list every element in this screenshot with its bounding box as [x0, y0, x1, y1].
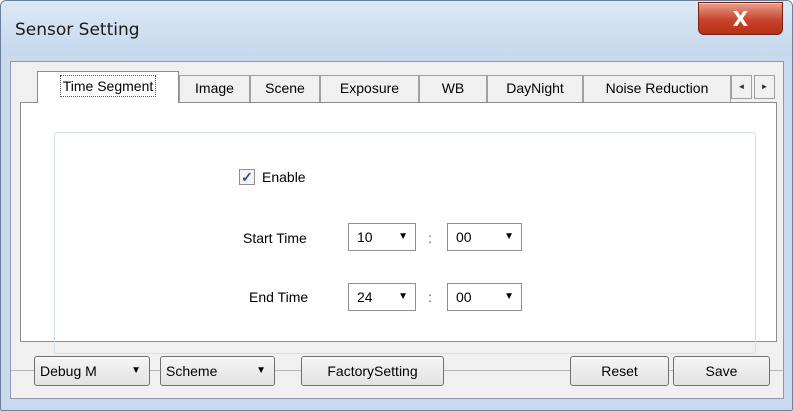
tab-strip: Time Segment Image Scene Exposure WB Day…	[11, 62, 783, 104]
debug-mode-label: Debug M	[40, 363, 97, 379]
window-title: Sensor Setting	[15, 20, 140, 40]
close-icon: X	[732, 6, 749, 31]
tab-image[interactable]: Image	[179, 75, 250, 102]
tab-daynight[interactable]: DayNight	[487, 75, 583, 102]
reset-button[interactable]: Reset	[570, 356, 669, 386]
end-time-label: End Time	[249, 289, 309, 305]
enable-checkbox[interactable]: ✓	[239, 169, 255, 185]
chevron-down-icon: ▼	[398, 291, 408, 302]
end-hour-select[interactable]: 24 ▼	[348, 283, 416, 311]
start-hour-value: 10	[357, 229, 373, 245]
chevron-down-icon: ▼	[256, 365, 266, 376]
chevron-down-icon: ▼	[131, 365, 141, 376]
title-bar: Sensor Setting X	[1, 1, 792, 55]
tab-time-segment[interactable]: Time Segment	[37, 71, 179, 103]
bottom-toolbar: Debug M ▼ Scheme ▼ FactorySetting Reset …	[11, 344, 783, 398]
tab-scene[interactable]: Scene	[250, 75, 320, 102]
start-minute-value: 00	[456, 229, 472, 245]
tab-wb[interactable]: WB	[419, 75, 487, 102]
chevron-down-icon: ▼	[398, 231, 408, 242]
tab-scroll-left-icon[interactable]: ◄	[731, 75, 752, 99]
start-time-label: Start Time	[243, 230, 307, 246]
factory-setting-button[interactable]: FactorySetting	[301, 356, 444, 386]
start-hour-select[interactable]: 10 ▼	[348, 223, 416, 251]
chevron-down-icon: ▼	[504, 231, 514, 242]
end-minute-select[interactable]: 00 ▼	[447, 283, 522, 311]
tab-noise-reduction[interactable]: Noise Reduction	[583, 75, 731, 102]
start-minute-select[interactable]: 00 ▼	[447, 223, 522, 251]
enable-label: Enable	[262, 169, 306, 185]
dialog-client-area: Time Segment Image Scene Exposure WB Day…	[10, 61, 784, 399]
sensor-setting-window: Sensor Setting X Time Segment Image Scen…	[0, 0, 793, 411]
scheme-dropdown[interactable]: Scheme ▼	[160, 356, 275, 386]
close-button[interactable]: X	[698, 2, 783, 35]
tab-exposure[interactable]: Exposure	[320, 75, 419, 102]
start-time-separator: :	[428, 230, 432, 246]
enable-row: ✓ Enable	[239, 168, 306, 186]
end-time-separator: :	[428, 289, 432, 305]
debug-mode-dropdown[interactable]: Debug M ▼	[34, 356, 150, 386]
end-minute-value: 00	[456, 289, 472, 305]
save-button[interactable]: Save	[673, 356, 770, 386]
chevron-down-icon: ▼	[504, 291, 514, 302]
checkmark-icon: ✓	[241, 169, 253, 185]
tab-scroll-right-icon[interactable]: ►	[754, 75, 775, 99]
scheme-label: Scheme	[166, 363, 218, 379]
end-hour-value: 24	[357, 289, 373, 305]
tab-scroll-arrows: ◄ ►	[731, 75, 775, 99]
